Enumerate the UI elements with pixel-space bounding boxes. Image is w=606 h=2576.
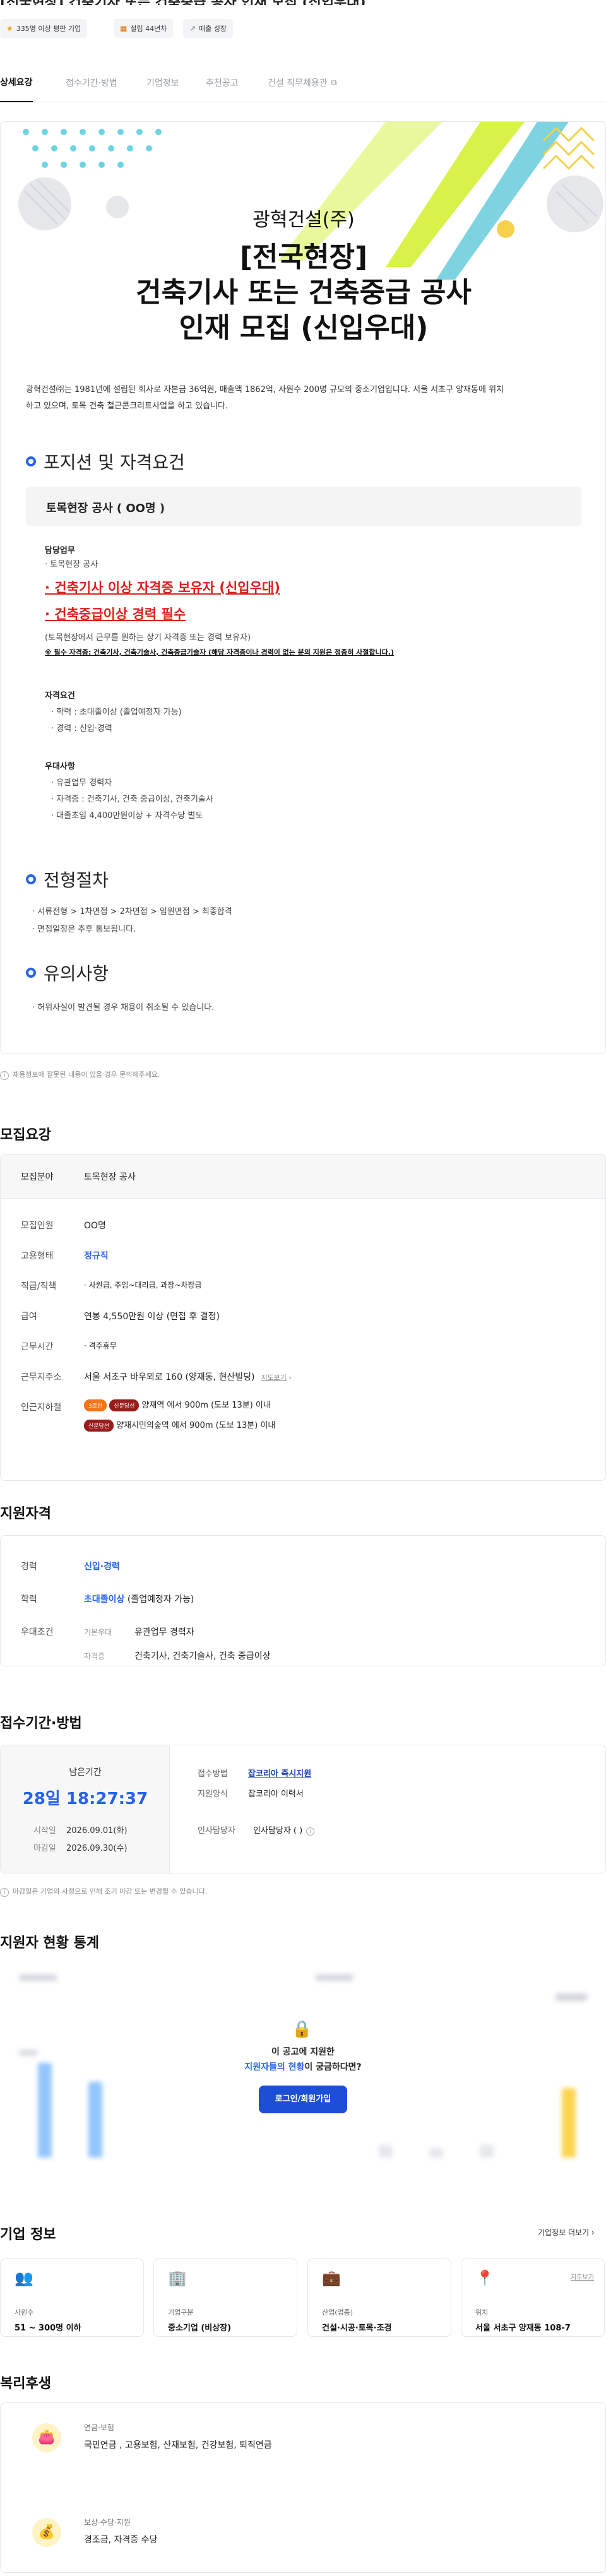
map-link[interactable]: 지도보기 — [571, 2272, 594, 2281]
remaining-countdown: 28일 18:27:37 — [22, 1790, 148, 1808]
corp-card-industry: 💼 산업(업종) 건설·시공·토목·조경 — [307, 2258, 451, 2337]
qual-career: · 경력 : 신입·경력 — [51, 724, 112, 733]
cert-note: ※ 필수 자격증: 건축기사, 건축기술사, 건축중급기술자 (해당 자격증이나… — [45, 648, 394, 656]
tab-construction-hall[interactable]: 건설 직무체용관 ⧉ — [268, 63, 337, 102]
info-icon[interactable]: i — [306, 1827, 315, 1836]
ring-bullet-icon — [26, 456, 36, 466]
people-icon: 👥 — [15, 2269, 33, 2287]
required-cert: · 건축기사 이상 자격증 보유자 (신입우대) — [45, 580, 280, 595]
required-career: · 건축중급이상 경력 필수 — [45, 607, 186, 622]
remaining-panel: 남은기간 28일 18:27:37 시작일 2026.09.01(화) 마감일 20… — [1, 1745, 170, 1873]
page-title: [전국현장] 건축기사 또는 건축중급 공사 인재 모집 (신입우대) — [0, 0, 606, 5]
duty-note: (토목현장에서 근무를 원하는 상기 자격증 또는 경력 보유자) — [45, 633, 251, 643]
ring-bullet-icon — [26, 968, 36, 978]
subway-2: 신분당선 양재시민의숲역 에서 900m (도보 13분) 이내 — [84, 1418, 275, 1432]
welfare-card: 👛 연금·보험 국민연금 , 고용보험, 산재보험, 건강보험, 퇴직연금 💰 … — [0, 2402, 606, 2573]
stats-title: 지원자 현황 통계 — [0, 1935, 99, 1951]
chip-founded: ▦ 설립 44년차 — [114, 19, 174, 38]
hero-title-line1: [전국현장] — [239, 241, 368, 273]
chip-reputation: ★ 335명 이상 평판 기업 — [0, 19, 88, 38]
corp-card-type: 🏢 기업구분 중소기업 (비상장) — [153, 2258, 297, 2337]
apply-form-value: 잡코리아 이력서 — [248, 1790, 304, 1799]
pref-1: · 유관업무 경력자 — [51, 778, 112, 788]
map-link[interactable]: 지도보기 — [261, 1374, 286, 1382]
pref-2: · 자격증 : 건축기사, 건축 중급이상, 건축기술사 — [51, 795, 213, 804]
duty-head: 담당업무 — [45, 546, 75, 555]
location-icon: 📍 — [475, 2269, 494, 2287]
rank-value: · 사원급, 주임~대리급, 과장~차장급 — [84, 1281, 202, 1290]
process-steps: · 서류전형 > 1차면접 > 2차면접 > 임원면접 > 최종합격 — [32, 907, 232, 917]
wallet-icon: 👛 — [32, 2423, 61, 2452]
duty-item: · 토목현장 공사 — [45, 560, 98, 569]
money-bag-icon: 💰 — [32, 2518, 61, 2547]
qualification-title: 지원자격 — [0, 1506, 51, 1522]
detail-tabs: 상세요강 접수기간·방법 기업정보 추천공고 건설 직무체용관 ⧉ — [0, 63, 606, 102]
position-box: 토목현장 공사 ( OO명 ) — [26, 487, 581, 526]
tab-company[interactable]: 기업정보 — [146, 63, 179, 102]
caution-1: · 허위사실이 발견될 경우 채용이 취소될 수 있습니다. — [32, 1003, 215, 1012]
briefcase-icon: 💼 — [322, 2269, 341, 2287]
tab-apply-period[interactable]: 접수기간·방법 — [66, 63, 117, 102]
hero-title-line2: 건축기사 또는 건축중급 공사 — [136, 276, 472, 309]
tab-recommend[interactable]: 추천공고 — [206, 63, 239, 102]
info-icon: i — [0, 1071, 9, 1080]
pref-basic: 기본우대 유관업무 경력자 — [84, 1627, 194, 1637]
field-value: 토목현장 공사 — [84, 1172, 136, 1182]
building-icon: ▦ — [120, 24, 128, 33]
report-note[interactable]: i 채용정보에 잘못된 내용이 있을 경우 문의해주세요. — [0, 1069, 160, 1080]
corp-card-employees: 👥 사원수 51 ~ 300명 이하 — [0, 2258, 144, 2337]
subway-label: 인근지하철 — [21, 1403, 62, 1413]
dot-pattern — [23, 129, 162, 168]
lock-icon: 🔒 — [292, 2020, 312, 2039]
chevron-right-icon: › — [286, 1374, 292, 1382]
manager-value: 인사담당자 ( ) i — [253, 1824, 315, 1836]
external-link-icon: ⧉ — [331, 78, 337, 88]
apply-title: 접수기간·방법 — [0, 1716, 82, 1731]
work-hours-value: · 격주휴무 — [84, 1341, 117, 1350]
qual-edu: · 학력 : 초대졸이상 (졸업예정자 가능) — [51, 708, 182, 717]
process-note: · 면접일정은 추후 통보됩니다. — [32, 925, 136, 934]
posting-detail: 광혁건설(주) [전국현장] 건축기사 또는 건축중급 공사 인재 모집 (신입… — [0, 121, 606, 1054]
apply-method-link[interactable]: 잡코리아 즉시지원 — [248, 1767, 311, 1779]
salary-value: 연봉 4,550만원 이상 (면접 후 결정) — [84, 1312, 220, 1322]
chevron-right-icon: › — [589, 2228, 595, 2237]
field-label: 모집분야 — [21, 1172, 54, 1182]
corp-title: 기업 정보 — [0, 2227, 56, 2243]
office-icon: 🏢 — [168, 2269, 187, 2287]
qual-head: 자격요건 — [45, 691, 75, 701]
section-caution: 유의사항 — [26, 960, 109, 985]
hero-company: 광혁건설(주) — [252, 209, 355, 231]
hero-title-line3: 인재 모집 (신입우대) — [179, 312, 429, 344]
edu-value: 초대졸이상 (졸업예정자 가능) — [84, 1594, 194, 1605]
deadline-note: i 마감일은 기업의 사정으로 인해 조기 마감 또는 변경될 수 있습니다. — [0, 1886, 207, 1897]
star-icon: ★ — [6, 24, 13, 33]
career-value: 신입·경력 — [84, 1562, 120, 1572]
info-icon: i — [0, 1888, 9, 1897]
trend-icon: ↗ — [189, 24, 196, 33]
qualification-card: 경력 신입·경력 학력 초대졸이상 (졸업예정자 가능) 우대조건 기본우대 유관… — [0, 1535, 606, 1666]
section-position: 포지션 및 자격요건 — [26, 449, 185, 474]
pref-cert: 자격증 건축기사, 건축기술사, 건축 중급이상 — [84, 1651, 271, 1661]
headcount-value: OO명 — [84, 1221, 106, 1231]
welfare-title: 복리후생 — [0, 2376, 51, 2392]
pref-head: 우대사항 — [45, 762, 75, 771]
pref-3: · 대졸초임 4,400만원이상 + 자격수당 별도 — [51, 811, 203, 821]
tab-detail[interactable]: 상세요강 — [0, 63, 33, 102]
address-value: 서울 서초구 바우뫼로 160 (양재동, 현산빌딩) 지도보기 › — [84, 1372, 292, 1382]
ring-bullet-icon — [26, 874, 36, 884]
chip-growth: ↗ 매출 성장 — [183, 19, 234, 38]
corp-more-link[interactable]: 기업정보 더보기 › — [538, 2227, 595, 2238]
apply-card: 남은기간 28일 18:27:37 시작일 2026.09.01(화) 마감일 20… — [0, 1745, 606, 1873]
corp-card-location: 📍 지도보기 위치 서울 서초구 양재동 108-7 — [461, 2258, 605, 2337]
company-intro: 광혁건설㈜는 1981년에 설립된 회사로 자본금 36억원, 매출액 1862… — [26, 385, 504, 411]
section-process: 전형절차 — [26, 867, 109, 892]
employment-type-value: 정규직 — [84, 1251, 109, 1261]
subway-1: 3호선 신분당선 양재역 에서 900m (도보 13분) 이내 — [84, 1398, 271, 1411]
stats-blurred-chart: 🔒 이 공고에 지원한 지원자들의 현황이 궁금하다면? 로그인/회원가입 — [0, 1962, 606, 2170]
recruit-title: 모집요강 — [0, 1127, 51, 1143]
recruit-card: 모집분야 토목현장 공사 모집인원 OO명 고용형태 정규직 직급/직책 · 사… — [0, 1154, 606, 1481]
login-button[interactable]: 로그인/회원가입 — [259, 2086, 347, 2113]
